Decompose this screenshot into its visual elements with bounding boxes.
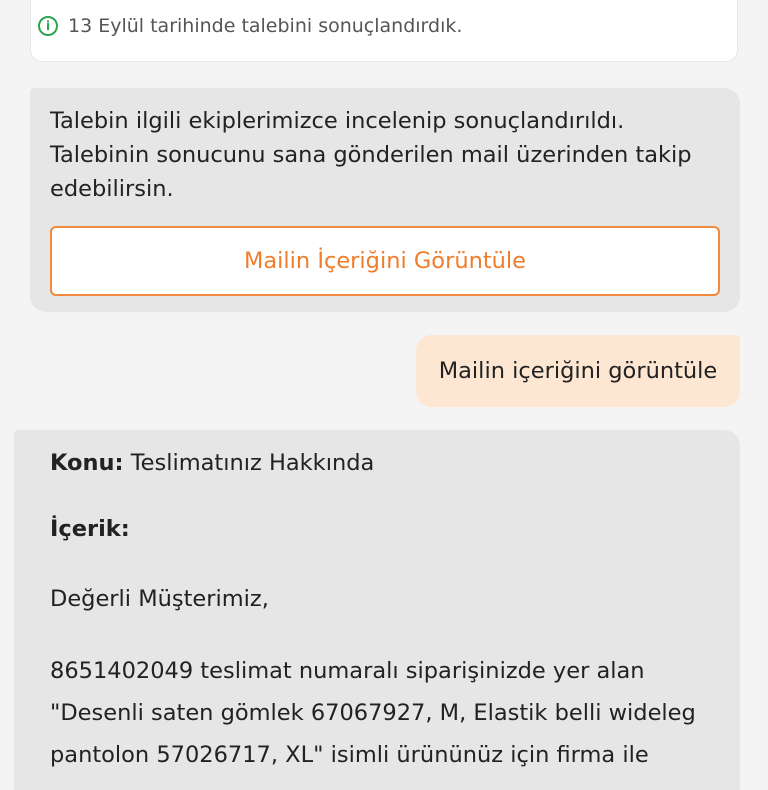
status-row: i 13 Eylül tarihinde talebini sonuçlandı…: [38, 14, 462, 38]
view-mail-content-button[interactable]: Mailin İçeriğini Görüntüle: [50, 226, 720, 296]
mail-greeting: Değerli Müşterimiz,: [50, 586, 269, 612]
mail-content-bubble: Konu: Teslimatınız Hakkında İçerik: Değe…: [14, 430, 740, 790]
status-text: 13 Eylül tarihinde talebini sonuçlandırd…: [68, 15, 463, 37]
user-message-text: Mailin içeriğini görüntüle: [438, 358, 718, 384]
mail-subject-value: Teslimatınız Hakkında: [130, 450, 375, 476]
mail-subject: Konu: Teslimatınız Hakkında: [50, 450, 374, 476]
mail-content-label: İçerik:: [50, 516, 130, 542]
mail-body: 8651402049 teslimat numaralı siparişiniz…: [50, 658, 696, 768]
user-message-bubble: Mailin içeriğini görüntüle: [416, 335, 740, 407]
bot-message-bubble: Talebin ilgili ekiplerimizce incelenip s…: [30, 88, 740, 312]
bot-message-text: Talebin ilgili ekiplerimizce incelenip s…: [50, 108, 692, 202]
info-icon: i: [38, 16, 58, 36]
mail-subject-label: Konu:: [50, 450, 124, 476]
